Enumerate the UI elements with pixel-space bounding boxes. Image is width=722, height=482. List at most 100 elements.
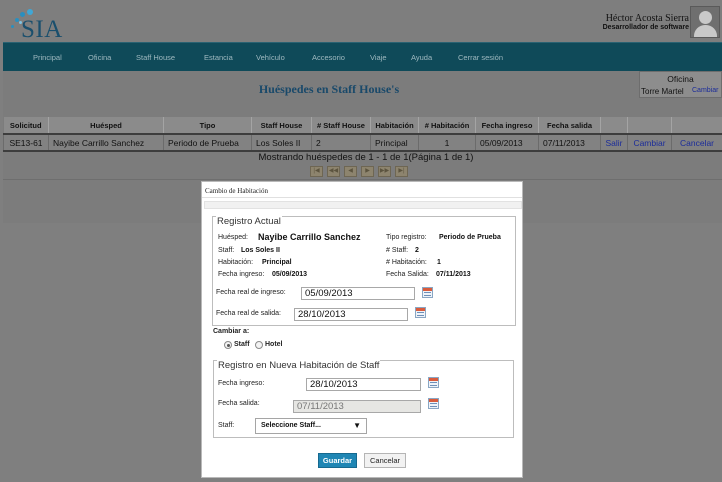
- col-fecha-ingreso[interactable]: Fecha ingreso: [475, 117, 539, 135]
- num-habitacion-value: 1: [437, 259, 441, 266]
- guardar-button[interactable]: Guardar: [318, 453, 357, 468]
- first-page-icon[interactable]: |◀: [310, 166, 323, 177]
- user-role: Desarrollador de software: [602, 24, 689, 31]
- cell-huesped: Nayibe Carrillo Sanchez: [48, 133, 164, 152]
- num-staff-value: 2: [415, 247, 419, 254]
- nueva-fecha-salida-input: [293, 400, 421, 413]
- calendar-icon[interactable]: [428, 398, 439, 409]
- col-num-habitacion[interactable]: # Habitación: [418, 117, 476, 135]
- nav-principal[interactable]: Principal: [33, 53, 62, 62]
- cambiar-link[interactable]: Cambiar: [627, 133, 672, 152]
- cell-num-habitacion: 1: [418, 133, 476, 152]
- col-huesped[interactable]: Huésped: [48, 117, 164, 135]
- nueva-fecha-salida-label: Fecha salida:: [218, 400, 260, 407]
- col-fecha-salida[interactable]: Fecha salida: [538, 117, 601, 135]
- col-num-staff-house[interactable]: # Staff House: [311, 117, 371, 135]
- nav-oficina[interactable]: Oficina: [88, 53, 111, 62]
- staff-radio[interactable]: [224, 341, 232, 349]
- col-action-3: [671, 117, 722, 135]
- num-staff-label: # Staff:: [386, 247, 409, 254]
- office-label: Oficina: [667, 74, 694, 84]
- nav-estancia[interactable]: Estancia: [204, 53, 233, 62]
- hotel-radio-label[interactable]: Hotel: [265, 341, 283, 348]
- nueva-habitacion-section: Registro en Nueva Habitación de Staff Fe…: [213, 360, 514, 438]
- nav-accesorio[interactable]: Accesorio: [312, 53, 345, 62]
- col-action-2: [627, 117, 672, 135]
- cell-fecha-ingreso: 05/09/2013: [475, 133, 539, 152]
- dialog-toolbar: [204, 201, 522, 209]
- fecha-real-salida-label: Fecha real de salida:: [216, 310, 281, 317]
- huesped-value: Nayibe Carrillo Sanchez: [258, 232, 361, 242]
- sia-logo[interactable]: SIA: [6, 6, 66, 43]
- nueva-fecha-ingreso-label: Fecha ingreso:: [218, 380, 265, 387]
- cell-habitacion: Principal: [370, 133, 419, 152]
- next-fast-icon[interactable]: ▶▶: [378, 166, 391, 177]
- logo-text: SIA: [21, 16, 63, 43]
- col-staff-house[interactable]: Staff House: [251, 117, 312, 135]
- habitacion-value: Principal: [262, 259, 292, 266]
- nav-viaje[interactable]: Viaje: [370, 53, 387, 62]
- cell-solicitud: SE13-61: [3, 133, 49, 152]
- fecha-real-ingreso-input[interactable]: [301, 287, 415, 300]
- dialog-title: Cambio de Habitación: [205, 187, 268, 195]
- nav-cerrar-sesion[interactable]: Cerrar sesión: [458, 53, 503, 62]
- staff-value: Los Soles II: [241, 247, 280, 254]
- cell-tipo: Periodo de Prueba: [163, 133, 252, 152]
- office-change-link[interactable]: Cambiar: [692, 87, 718, 94]
- fecha-real-ingreso-label: Fecha real de ingreso:: [216, 289, 286, 296]
- cambio-habitacion-dialog: Cambio de Habitación Registro Actual Hué…: [201, 181, 523, 478]
- table-header-row: Solicitud Huésped Tipo Staff House # Sta…: [3, 117, 722, 135]
- fecha-ingreso-value: 05/09/2013: [272, 271, 308, 278]
- prev-fast-icon[interactable]: ◀◀: [327, 166, 340, 177]
- dialog-title-divider: [202, 197, 522, 198]
- cell-fecha-salida: 07/11/2013: [538, 133, 601, 152]
- huesped-label: Huésped:: [218, 234, 248, 241]
- cancelar-link[interactable]: Cancelar: [671, 133, 722, 152]
- staff-radio-label[interactable]: Staff: [234, 341, 250, 348]
- nav-vehiculo[interactable]: Vehículo: [256, 53, 285, 62]
- avatar-body-icon: [694, 25, 717, 37]
- num-habitacion-label: # Habitación:: [386, 259, 427, 266]
- fecha-real-salida-input[interactable]: [294, 308, 408, 321]
- calendar-icon[interactable]: [428, 377, 439, 388]
- main-nav: Principal Oficina Staff House Estancia V…: [3, 42, 722, 71]
- fecha-salida-value: 07/11/2013: [436, 271, 471, 278]
- hotel-radio[interactable]: [255, 341, 263, 349]
- registro-actual-legend: Registro Actual: [216, 216, 282, 227]
- avatar-head-icon: [699, 11, 712, 24]
- calendar-icon[interactable]: [422, 287, 433, 298]
- nueva-fecha-ingreso-input[interactable]: [306, 378, 421, 391]
- registro-actual-section: Registro Actual Huésped: Nayibe Carrillo…: [212, 216, 516, 326]
- content-divider: [3, 179, 722, 180]
- guests-table: Solicitud Huésped Tipo Staff House # Sta…: [3, 117, 722, 152]
- calendar-icon[interactable]: [415, 307, 426, 318]
- cambiar-a-label: Cambiar a:: [213, 328, 250, 335]
- next-page-icon[interactable]: ▶: [361, 166, 374, 177]
- fecha-ingreso-label: Fecha ingreso:: [218, 271, 265, 278]
- cancelar-button[interactable]: Cancelar: [364, 453, 406, 468]
- tipo-registro-value: Periodo de Prueba: [439, 234, 501, 241]
- col-tipo[interactable]: Tipo: [163, 117, 252, 135]
- nueva-staff-label: Staff:: [218, 422, 235, 429]
- cell-num-staff-house: 2: [311, 133, 371, 152]
- col-action-1: [600, 117, 628, 135]
- office-value: Torre Martel: [641, 87, 684, 96]
- staff-select-value: Seleccione Staff...: [261, 422, 321, 429]
- tipo-registro-label: Tipo registro:: [386, 234, 427, 241]
- pager: |◀ ◀◀ ◀ ▶ ▶▶ ▶|: [310, 164, 412, 177]
- table-row[interactable]: SE13-61 Nayibe Carrillo Sanchez Periodo …: [3, 133, 722, 152]
- staff-select[interactable]: Seleccione Staff... ▼: [255, 418, 367, 434]
- dropdown-arrow-icon: ▼: [353, 421, 361, 430]
- prev-page-icon[interactable]: ◀: [344, 166, 357, 177]
- nav-ayuda[interactable]: Ayuda: [411, 53, 432, 62]
- col-habitacion[interactable]: Habitación: [370, 117, 419, 135]
- staff-label: Staff:: [218, 247, 235, 254]
- page-title: Huéspedes en Staff House's: [258, 82, 400, 96]
- col-solicitud[interactable]: Solicitud: [3, 117, 49, 135]
- pagination-summary: Mostrando huéspedes de 1 - 1 de 1(Página…: [258, 152, 474, 163]
- avatar[interactable]: [690, 6, 720, 38]
- nav-staff-house[interactable]: Staff House: [136, 53, 175, 62]
- salir-link[interactable]: Salir: [600, 133, 628, 152]
- habitacion-label: Habitación:: [218, 259, 254, 266]
- last-page-icon[interactable]: ▶|: [395, 166, 408, 177]
